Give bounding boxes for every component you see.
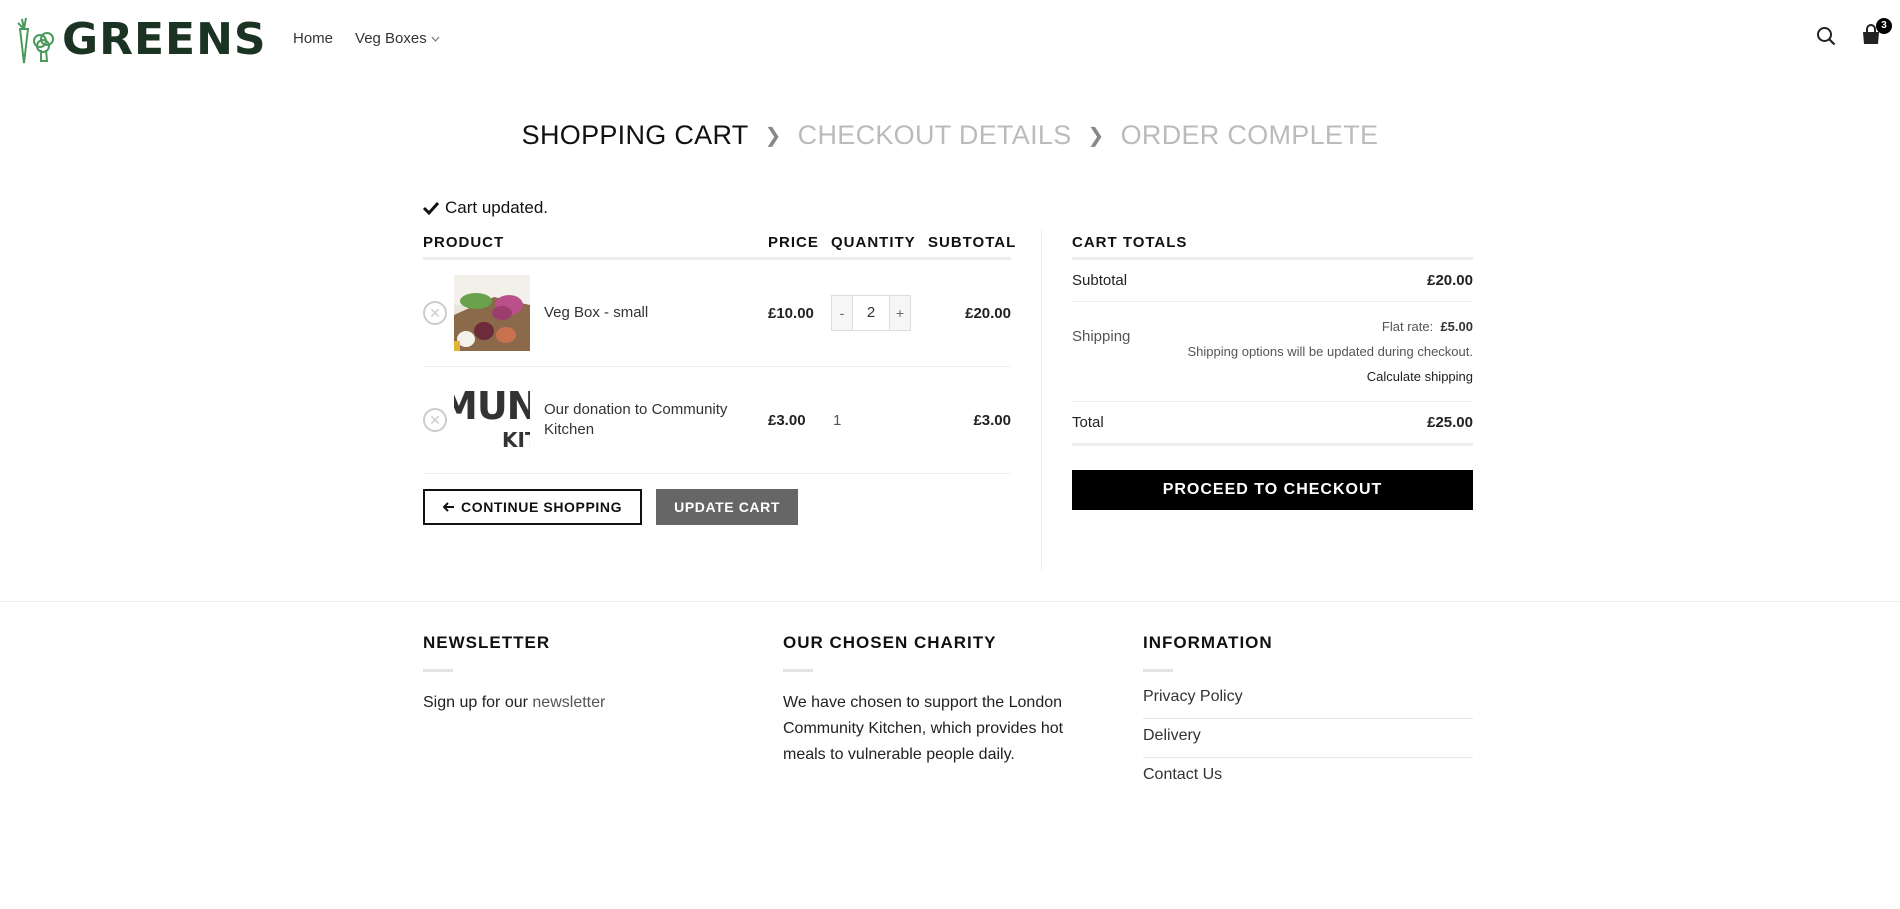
footer-heading: NEWSLETTER xyxy=(423,633,551,652)
continue-shopping-button[interactable]: CONTINUE SHOPPING xyxy=(423,489,643,525)
checkout-steps: SHOPPING CART ❯ CHECKOUT DETAILS ❯ ORDER… xyxy=(0,120,1900,151)
newsletter-text: Sign up for our newsletter xyxy=(423,690,753,716)
footer-divider xyxy=(0,601,1900,602)
cart-table: PRODUCT PRICE QUANTITY SUBTOTAL ✕ Veg Bo… xyxy=(423,234,1017,525)
search-icon[interactable] xyxy=(1816,26,1836,46)
subtotal-label: Subtotal xyxy=(1072,272,1128,289)
shipping-row: Shipping Flat rate: £5.00 Shipping optio… xyxy=(1072,302,1473,402)
heading-underline xyxy=(783,669,813,672)
step-shopping-cart[interactable]: SHOPPING CART xyxy=(522,120,749,151)
product-name-link[interactable]: Veg Box - small xyxy=(544,303,754,323)
main-nav: Home Veg Boxes xyxy=(293,30,440,47)
heading-underline xyxy=(423,669,453,672)
flat-rate-label: Flat rate: xyxy=(1381,319,1434,334)
heading-underline xyxy=(1143,669,1173,672)
footer-link-contact-us[interactable]: Contact Us xyxy=(1143,758,1473,797)
quantity-stepper: - 2 + xyxy=(831,295,928,331)
cart-totals: CART TOTALS Subtotal £20.00 Shipping Fla… xyxy=(1072,234,1473,510)
calculate-shipping-link[interactable]: Calculate shipping xyxy=(1188,364,1473,389)
footer-heading: INFORMATION xyxy=(1143,633,1273,652)
thumb-text-bottom: KIT xyxy=(502,428,530,452)
arrow-left-icon xyxy=(443,502,454,512)
product-name-link[interactable]: Our donation to Community Kitchen xyxy=(544,400,754,440)
flat-rate-value: £5.00 xyxy=(1440,319,1473,334)
logo-text: GREENS xyxy=(62,14,267,65)
cart-row: ✕ MUNI KIT Our donation to Community Kit… xyxy=(423,367,1011,474)
product-thumbnail[interactable] xyxy=(454,275,530,351)
shipping-label: Shipping xyxy=(1072,328,1131,345)
footer-heading: OUR CHOSEN CHARITY xyxy=(783,633,997,652)
thumb-text-top: MUNI xyxy=(454,384,530,428)
cart-button[interactable]: 3 xyxy=(1860,18,1892,48)
carrot-broccoli-logo-icon xyxy=(17,17,54,64)
footer-link-privacy-policy[interactable]: Privacy Policy xyxy=(1143,680,1473,719)
site-logo[interactable]: GREENS xyxy=(12,14,267,66)
site-header: GREENS Home Veg Boxes 3 xyxy=(0,0,1900,80)
nav-item-label: Veg Boxes xyxy=(355,30,427,47)
product-thumbnail[interactable]: MUNI KIT xyxy=(454,382,530,458)
footer-charity: OUR CHOSEN CHARITY We have chosen to sup… xyxy=(783,633,1113,768)
nav-item-veg-boxes[interactable]: Veg Boxes xyxy=(355,30,440,47)
charity-text: We have chosen to support the London Com… xyxy=(783,694,1064,763)
cart-count-badge: 3 xyxy=(1876,18,1892,34)
total-label: Total xyxy=(1072,414,1104,431)
nav-item-label: Home xyxy=(293,30,334,47)
cart-totals-title: CART TOTALS xyxy=(1072,234,1473,260)
flat-rate: Flat rate: £5.00 xyxy=(1188,314,1473,339)
quantity-value: 1 xyxy=(833,411,842,429)
notice-text: Cart updated. xyxy=(445,198,549,217)
quantity-decrease-button[interactable]: - xyxy=(831,295,853,331)
step-checkout-details[interactable]: CHECKOUT DETAILS xyxy=(798,120,1072,151)
header-quantity: QUANTITY xyxy=(831,234,916,251)
item-price: £10.00 xyxy=(768,304,814,322)
footer-information: INFORMATION Privacy Policy Delivery Cont… xyxy=(1143,633,1473,797)
remove-item-button[interactable]: ✕ xyxy=(423,408,447,432)
footer-link-delivery[interactable]: Delivery xyxy=(1143,719,1473,758)
column-divider xyxy=(1041,230,1042,570)
veg-box-image xyxy=(454,275,530,351)
chevron-right-icon: ❯ xyxy=(1087,125,1105,147)
checkmark-icon xyxy=(423,201,439,215)
subtotal-row: Subtotal £20.00 xyxy=(1072,260,1473,302)
nav-item-home[interactable]: Home xyxy=(293,30,333,47)
subtotal-value: £20.00 xyxy=(1427,272,1473,289)
item-price: £3.00 xyxy=(768,411,806,429)
proceed-to-checkout-button[interactable]: PROCEED TO CHECKOUT xyxy=(1072,470,1473,510)
quantity-input[interactable]: 2 xyxy=(853,295,889,331)
item-subtotal: £20.00 xyxy=(965,304,1011,322)
footer-newsletter: NEWSLETTER Sign up for our newsletter xyxy=(423,633,753,716)
step-order-complete: ORDER COMPLETE xyxy=(1120,120,1379,150)
newsletter-link[interactable]: newsletter xyxy=(532,694,605,711)
header-subtotal: SUBTOTAL xyxy=(928,234,1017,251)
cart-updated-notice: Cart updated. xyxy=(423,198,548,218)
total-value: £25.00 xyxy=(1427,414,1473,431)
shipping-note: Shipping options will be updated during … xyxy=(1187,344,1473,359)
update-cart-button[interactable]: UPDATE CART xyxy=(656,489,799,525)
newsletter-prefix: Sign up for our xyxy=(423,694,528,711)
quantity-increase-button[interactable]: + xyxy=(889,295,911,331)
chevron-right-icon: ❯ xyxy=(764,125,782,147)
item-subtotal: £3.00 xyxy=(973,411,1011,429)
cart-row: ✕ Veg Box - small £10.00 - 2 + £20.00 xyxy=(423,260,1011,367)
remove-item-button[interactable]: ✕ xyxy=(423,301,447,325)
cart-table-header: PRODUCT PRICE QUANTITY SUBTOTAL xyxy=(423,234,1017,260)
continue-shopping-label: CONTINUE SHOPPING xyxy=(461,499,623,515)
total-row: Total £25.00 xyxy=(1072,402,1473,446)
header-product: PRODUCT xyxy=(423,234,505,251)
chevron-down-icon xyxy=(431,36,440,42)
header-price: PRICE xyxy=(768,234,819,251)
